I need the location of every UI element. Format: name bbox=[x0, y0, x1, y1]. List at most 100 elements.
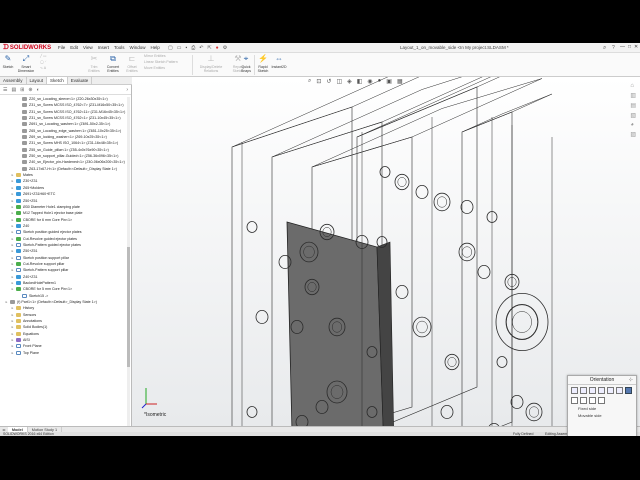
bolt-hole bbox=[395, 284, 409, 299]
quick-access-toolbar: ▢ ▭ ▪ ⎙ ↶ ⇱ ● ⚙ bbox=[168, 44, 227, 52]
new-icon[interactable]: ▢ bbox=[168, 44, 173, 52]
bolt-hole-inner bbox=[447, 357, 457, 367]
maximize-button[interactable]: □ bbox=[628, 43, 631, 52]
quick-snaps-button[interactable]: ⌖ Quick Snaps bbox=[239, 54, 253, 74]
bolt-hole bbox=[412, 316, 432, 338]
tree-toolbar: ☰ ▤ ⊞ ⊕ ◐ › bbox=[0, 85, 131, 95]
command-manager: ✎ Sketch ⤢ Smart Dimension ╱ ▭ ◯ ◜ ∿ A ✂… bbox=[0, 53, 640, 77]
back-view-button[interactable] bbox=[580, 387, 587, 394]
trim-entities-button[interactable]: ✂ Trim Entities bbox=[86, 54, 102, 74]
mirror-entities-button[interactable]: Mirror Entities bbox=[144, 54, 178, 59]
part-icon bbox=[22, 135, 27, 140]
spline-icon[interactable]: ∿ A bbox=[40, 66, 46, 71]
top-view-button[interactable] bbox=[607, 387, 614, 394]
menu-edit[interactable]: Edit bbox=[70, 44, 78, 52]
rapid-sketch-button[interactable]: ⚡ Rapid Sketch bbox=[256, 54, 270, 74]
tab-evaluate[interactable]: Evaluate bbox=[68, 77, 93, 84]
tab-sketch[interactable]: Sketch bbox=[47, 77, 68, 84]
tab-layout[interactable]: Layout bbox=[27, 77, 48, 84]
bolt-hole bbox=[525, 402, 543, 422]
minimize-button[interactable]: — bbox=[620, 43, 625, 52]
new-view-button[interactable] bbox=[598, 397, 605, 404]
graphics-area[interactable]: ⌕ ⊡ ↺ ◫ ◈ ◧ ◉ ● ▣ ▦ ⌂ ▥ ▤ ▧ ◕ ▨ *Isometr… bbox=[132, 77, 640, 426]
trimetric-view-button[interactable] bbox=[580, 397, 587, 404]
bolt-hole bbox=[379, 166, 391, 178]
bolt-hole-inner bbox=[506, 304, 538, 340]
dimetric-view-button[interactable] bbox=[589, 397, 596, 404]
tab-assembly[interactable]: Assembly bbox=[0, 77, 27, 84]
line-icon[interactable]: ╱ ▭ bbox=[40, 54, 46, 59]
open-icon[interactable]: ▭ bbox=[177, 44, 182, 52]
rebuild-icon[interactable]: ● bbox=[216, 44, 219, 52]
smart-dimension-button[interactable]: ⤢ Smart Dimension bbox=[16, 54, 36, 74]
view-selector-cube-icon[interactable] bbox=[625, 387, 632, 394]
tree-item-label: Top Plane bbox=[23, 350, 39, 355]
dim-expert-icon[interactable]: ⊕ bbox=[28, 87, 32, 93]
property-manager-icon[interactable]: ▤ bbox=[11, 87, 16, 93]
help-icon[interactable]: ? bbox=[612, 44, 615, 52]
display-delete-relations-button[interactable]: ⊥ Display/Delete Relations bbox=[196, 54, 226, 74]
expand-panel-icon[interactable]: › bbox=[126, 87, 128, 93]
status-product: SOLIDWORKS 2016 x64 Edition bbox=[3, 432, 54, 436]
cut-icon bbox=[16, 261, 21, 266]
move-entities-button[interactable]: Move Entities bbox=[144, 66, 178, 71]
command-tabs: Assembly Layout Sketch Evaluate bbox=[0, 77, 132, 85]
instant2d-button[interactable]: ⇔ Instant2D bbox=[271, 54, 287, 70]
left-view-button[interactable] bbox=[589, 387, 596, 394]
display-manager-icon[interactable]: ◐ bbox=[37, 87, 40, 93]
sketch-button[interactable]: ✎ Sketch bbox=[2, 54, 14, 70]
solidworks-logo[interactable]: ᗪ SOLIDWORKS bbox=[3, 44, 51, 52]
menu-tools[interactable]: Tools bbox=[114, 44, 125, 52]
front-view-button[interactable] bbox=[571, 387, 578, 394]
bolt-hole bbox=[255, 309, 269, 324]
bolt-hole bbox=[415, 185, 429, 200]
view-movable-side[interactable]: Movable side bbox=[568, 412, 636, 419]
options-icon[interactable]: ⚙ bbox=[223, 44, 227, 52]
feature-tree-icon[interactable]: ☰ bbox=[3, 87, 7, 93]
feat-icon bbox=[16, 223, 21, 228]
movable-clamp-plate bbox=[461, 111, 513, 426]
part-icon bbox=[22, 97, 27, 101]
close-button[interactable]: ✕ bbox=[634, 43, 638, 52]
tree-item[interactable]: ▸ Top Plane bbox=[0, 350, 131, 356]
bolt-hole bbox=[433, 192, 451, 212]
save-icon[interactable]: ▪ bbox=[185, 44, 187, 52]
view-fixed-side[interactable]: Fixed side bbox=[568, 405, 636, 412]
bolt-hole bbox=[505, 303, 539, 340]
config-manager-icon[interactable]: ⊞ bbox=[20, 87, 24, 93]
search-icon[interactable]: ⌕ bbox=[603, 44, 606, 52]
menu-insert[interactable]: Insert bbox=[98, 44, 109, 52]
tree-scrollbar[interactable] bbox=[127, 97, 130, 426]
sketch-icon bbox=[16, 255, 21, 260]
bolt-hole-inner bbox=[397, 177, 407, 187]
linear-pattern-button[interactable]: Linear Sketch Pattern bbox=[144, 60, 178, 65]
print-icon[interactable]: ⎙ bbox=[191, 44, 195, 52]
pin-icon[interactable]: ⊹ bbox=[629, 376, 633, 385]
right-view-button[interactable] bbox=[598, 387, 605, 394]
feat-icon bbox=[16, 192, 21, 197]
part-icon bbox=[22, 154, 27, 159]
folder-icon bbox=[16, 173, 21, 178]
menu-file[interactable]: File bbox=[58, 44, 65, 52]
bolt-hole bbox=[444, 353, 460, 371]
expand-arrow-icon[interactable]: ▸ bbox=[10, 350, 15, 356]
bottom-view-button[interactable] bbox=[616, 387, 623, 394]
circle-icon[interactable]: ◯ ◜ bbox=[40, 60, 46, 65]
menu-help[interactable]: Help bbox=[151, 44, 160, 52]
part-icon bbox=[22, 103, 27, 108]
convert-entities-button[interactable]: ⧉ Convert Entities bbox=[104, 54, 122, 74]
orientation-dialog[interactable]: Orientation ⊹ Fixed side Movable side ⌄ bbox=[567, 375, 637, 436]
solidworks-window: ᗪ SOLIDWORKS File Edit View Insert Tools… bbox=[0, 43, 640, 436]
menu-window[interactable]: Window bbox=[130, 44, 146, 52]
bolt-hole-inner bbox=[436, 196, 448, 208]
offset-entities-button[interactable]: ⊏ Offset Entities bbox=[124, 54, 140, 74]
isometric-view-button[interactable] bbox=[571, 397, 578, 404]
undo-icon[interactable]: ↶ bbox=[199, 44, 203, 52]
part-icon bbox=[22, 128, 27, 133]
tree-scroll-thumb[interactable] bbox=[127, 247, 130, 367]
convert-icon: ⧉ bbox=[110, 54, 116, 63]
bolt-hole bbox=[246, 221, 258, 233]
assembly-model[interactable] bbox=[132, 77, 640, 426]
select-icon[interactable]: ⇱ bbox=[207, 44, 211, 52]
menu-view[interactable]: View bbox=[83, 44, 93, 52]
